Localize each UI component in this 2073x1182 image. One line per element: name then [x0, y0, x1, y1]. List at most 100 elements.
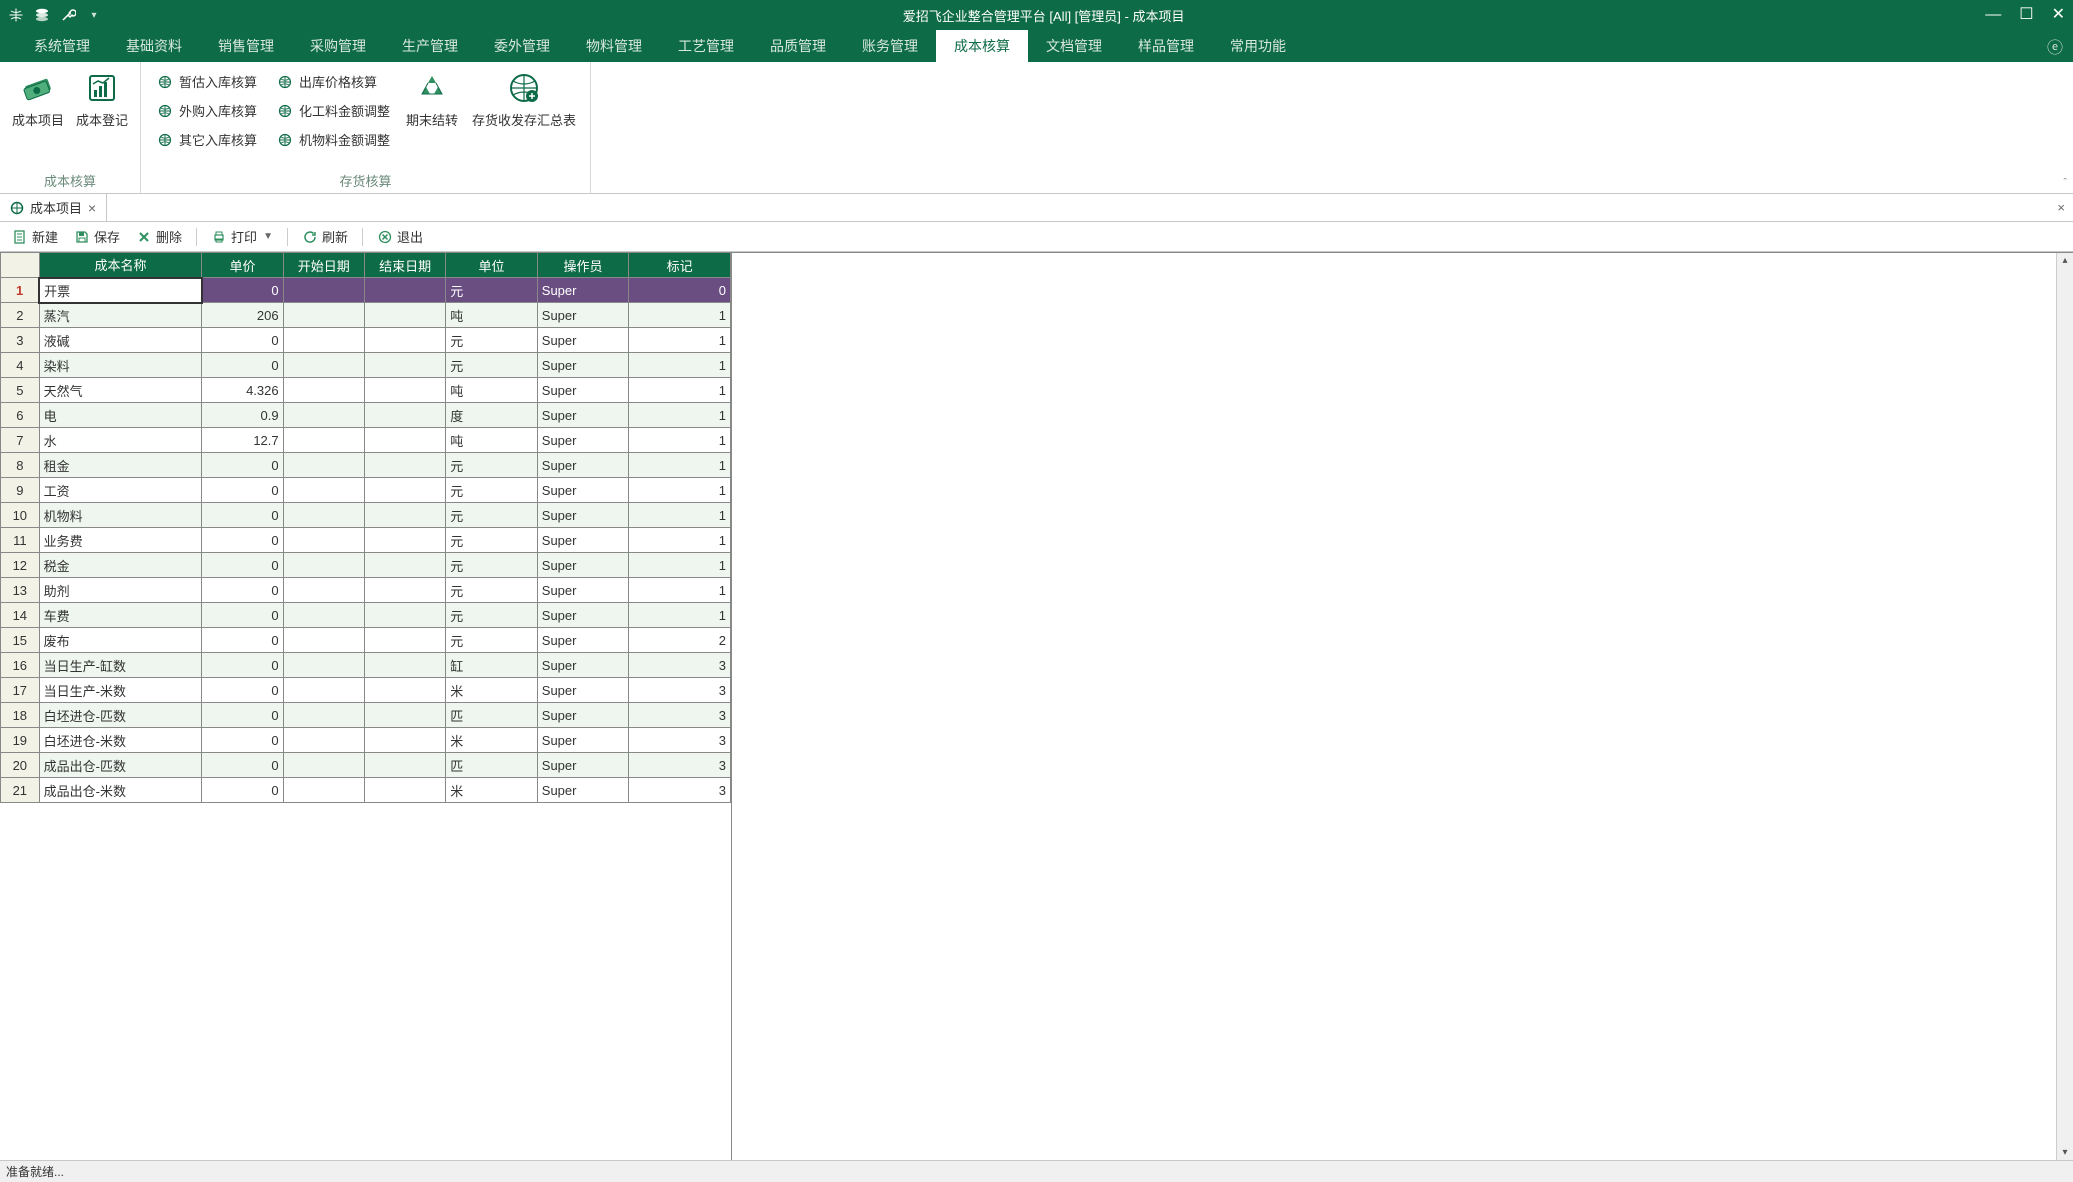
cell-op[interactable]: Super — [537, 528, 629, 553]
cell-start[interactable] — [283, 628, 364, 653]
cell-mark[interactable]: 1 — [629, 353, 731, 378]
cell-start[interactable] — [283, 278, 364, 303]
cell-unit[interactable]: 吨 — [446, 378, 538, 403]
menu-item[interactable]: 采购管理 — [292, 30, 384, 62]
disk-stack-icon[interactable] — [34, 7, 50, 23]
cell-end[interactable] — [364, 378, 445, 403]
cell-start[interactable] — [283, 678, 364, 703]
menu-item[interactable]: 系统管理 — [16, 30, 108, 62]
cell-start[interactable] — [283, 453, 364, 478]
cell-unit[interactable]: 元 — [446, 603, 538, 628]
cell-start[interactable] — [283, 328, 364, 353]
menu-item[interactable]: 常用功能 — [1212, 30, 1304, 62]
cell-name[interactable]: 成品出仓-米数 — [39, 778, 202, 803]
cell-name[interactable]: 染料 — [39, 353, 202, 378]
table-row[interactable]: 4染料0元Super1 — [1, 353, 731, 378]
cell-start[interactable] — [283, 528, 364, 553]
save-button[interactable]: 保存 — [68, 225, 126, 248]
cell-start[interactable] — [283, 478, 364, 503]
cell-price[interactable]: 0 — [202, 778, 283, 803]
cell-mark[interactable]: 3 — [629, 678, 731, 703]
menu-item[interactable]: 基础资料 — [108, 30, 200, 62]
cell-unit[interactable]: 元 — [446, 553, 538, 578]
cell-op[interactable]: Super — [537, 603, 629, 628]
cell-price[interactable]: 0 — [202, 553, 283, 578]
row-number[interactable]: 4 — [1, 353, 40, 378]
cell-end[interactable] — [364, 703, 445, 728]
cell-mark[interactable]: 3 — [629, 778, 731, 803]
table-row[interactable]: 1开票0元Super0 — [1, 278, 731, 303]
ribbon-small-button[interactable]: 外购入库核算 — [153, 99, 261, 122]
menu-item[interactable]: 工艺管理 — [660, 30, 752, 62]
cell-name[interactable]: 车费 — [39, 603, 202, 628]
column-header[interactable]: 结束日期 — [364, 253, 445, 278]
cell-name[interactable]: 业务费 — [39, 528, 202, 553]
table-row[interactable]: 11业务费0元Super1 — [1, 528, 731, 553]
doctab-close-icon[interactable]: × — [88, 200, 96, 216]
menu-item[interactable]: 文档管理 — [1028, 30, 1120, 62]
cell-name[interactable]: 租金 — [39, 453, 202, 478]
maximize-button[interactable]: ☐ — [2019, 7, 2033, 23]
cell-mark[interactable]: 1 — [629, 328, 731, 353]
cell-mark[interactable]: 2 — [629, 628, 731, 653]
table-row[interactable]: 14车费0元Super1 — [1, 603, 731, 628]
row-number[interactable]: 5 — [1, 378, 40, 403]
cell-mark[interactable]: 1 — [629, 553, 731, 578]
cell-mark[interactable]: 1 — [629, 378, 731, 403]
row-number[interactable]: 12 — [1, 553, 40, 578]
cell-mark[interactable]: 1 — [629, 453, 731, 478]
cell-end[interactable] — [364, 578, 445, 603]
cell-start[interactable] — [283, 578, 364, 603]
cell-name[interactable]: 成品出仓-匹数 — [39, 753, 202, 778]
cell-end[interactable] — [364, 628, 445, 653]
cell-name[interactable]: 废布 — [39, 628, 202, 653]
cell-op[interactable]: Super — [537, 403, 629, 428]
cell-op[interactable]: Super — [537, 503, 629, 528]
cell-unit[interactable]: 元 — [446, 503, 538, 528]
cell-op[interactable]: Super — [537, 428, 629, 453]
cell-unit[interactable]: 元 — [446, 353, 538, 378]
cell-start[interactable] — [283, 778, 364, 803]
print-dropdown-icon[interactable]: ▼ — [263, 231, 273, 242]
cell-start[interactable] — [283, 353, 364, 378]
row-number[interactable]: 14 — [1, 603, 40, 628]
cell-unit[interactable]: 元 — [446, 478, 538, 503]
table-row[interactable]: 19白坯进仓-米数0米Super3 — [1, 728, 731, 753]
menu-item[interactable]: 销售管理 — [200, 30, 292, 62]
cell-mark[interactable]: 1 — [629, 528, 731, 553]
cell-unit[interactable]: 元 — [446, 628, 538, 653]
table-row[interactable]: 6电0.9度Super1 — [1, 403, 731, 428]
column-header[interactable]: 单价 — [202, 253, 283, 278]
row-number[interactable]: 7 — [1, 428, 40, 453]
table-row[interactable]: 18白坯进仓-匹数0匹Super3 — [1, 703, 731, 728]
cell-start[interactable] — [283, 428, 364, 453]
cell-price[interactable]: 0 — [202, 453, 283, 478]
new-button[interactable]: 新建 — [6, 225, 64, 248]
cell-end[interactable] — [364, 428, 445, 453]
cell-name[interactable]: 白坯进仓-米数 — [39, 728, 202, 753]
close-button[interactable]: ✕ — [2052, 7, 2065, 23]
cell-unit[interactable]: 元 — [446, 528, 538, 553]
cell-op[interactable]: Super — [537, 278, 629, 303]
row-number[interactable]: 6 — [1, 403, 40, 428]
cell-price[interactable]: 4.326 — [202, 378, 283, 403]
menu-item[interactable]: 生产管理 — [384, 30, 476, 62]
cell-price[interactable]: 0.9 — [202, 403, 283, 428]
cell-mark[interactable]: 3 — [629, 653, 731, 678]
menu-item[interactable]: 委外管理 — [476, 30, 568, 62]
row-number[interactable]: 15 — [1, 628, 40, 653]
cell-mark[interactable]: 3 — [629, 753, 731, 778]
print-button[interactable]: 打印 ▼ — [205, 225, 279, 248]
cell-price[interactable]: 0 — [202, 528, 283, 553]
cell-end[interactable] — [364, 453, 445, 478]
cell-name[interactable]: 工资 — [39, 478, 202, 503]
row-number[interactable]: 9 — [1, 478, 40, 503]
cell-name[interactable]: 当日生产-缸数 — [39, 653, 202, 678]
cell-mark[interactable]: 1 — [629, 578, 731, 603]
cell-unit[interactable]: 匹 — [446, 753, 538, 778]
inventory-summary-button[interactable]: 存货收发存汇总表 — [464, 66, 584, 133]
cell-price[interactable]: 0 — [202, 728, 283, 753]
minimize-button[interactable]: — — [1985, 7, 2001, 23]
cell-end[interactable] — [364, 303, 445, 328]
table-row[interactable]: 2蒸汽206吨Super1 — [1, 303, 731, 328]
